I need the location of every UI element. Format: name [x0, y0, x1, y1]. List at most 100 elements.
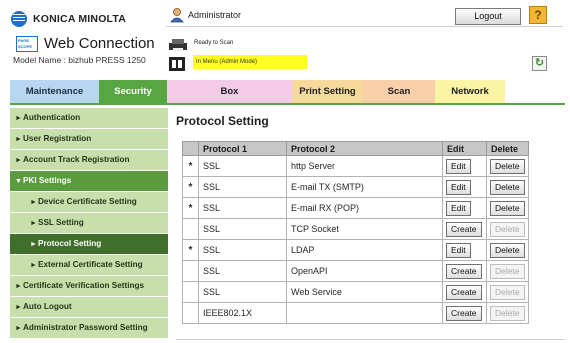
arrow-down-icon: ▼ [15, 178, 22, 185]
konica-minolta-logo: KONICA MINOLTA [11, 10, 126, 28]
sidebar-item-account-track-registration[interactable]: ►Account Track Registration [10, 150, 168, 170]
edit-button[interactable]: Edit [446, 242, 471, 258]
sidebar-item-pki-settings[interactable]: ▼PKI Settings [10, 171, 168, 191]
sidebar-item-ssl-setting[interactable]: ►SSL Setting [10, 213, 168, 233]
delete-cell: Delete [486, 260, 529, 282]
protocol2-cell: TCP Socket [286, 218, 443, 240]
protocol2-cell: Web Service [286, 281, 443, 303]
sidebar-item-protocol-setting[interactable]: ►Protocol Setting [10, 234, 168, 254]
model-name: Model Name : bizhub PRESS 1250 [13, 55, 146, 65]
help-button[interactable]: ? [529, 6, 547, 24]
sidebar-item-authentication[interactable]: ►Authentication [10, 108, 168, 128]
arrow-right-icon: ► [15, 325, 22, 332]
delete-button[interactable]: Delete [490, 200, 525, 216]
sidebar-item-label: SSL Setting [38, 218, 84, 227]
column-header-protocol2: Protocol 2 [286, 141, 443, 156]
company-name: KONICA MINOLTA [33, 13, 127, 25]
delete-cell: Delete [486, 155, 529, 177]
tab-box[interactable]: Box [167, 80, 292, 103]
delete-cell: Delete [486, 197, 529, 219]
arrow-right-icon: ► [15, 136, 22, 143]
delete-button[interactable]: Delete [490, 179, 525, 195]
logout-button[interactable]: Logout [455, 8, 521, 25]
edit-cell: Create [442, 281, 487, 303]
protocol1-cell: SSL [198, 197, 287, 219]
create-button[interactable]: Create [446, 221, 482, 237]
registered-mark: * [182, 197, 199, 219]
sidebar-item-auto-logout[interactable]: ►Auto Logout [10, 297, 168, 317]
tab-scan[interactable]: Scan [363, 80, 435, 103]
web-connection-title: PAGE SCOPE Web Connection [16, 35, 155, 52]
protocol1-cell: SSL [198, 218, 287, 240]
sidebar-item-user-registration[interactable]: ►User Registration [10, 129, 168, 149]
tab-maintenance[interactable]: Maintenance [10, 80, 99, 103]
edit-cell: Create [442, 302, 487, 324]
protocol2-cell [286, 302, 443, 324]
tab-network[interactable]: Network [435, 80, 505, 103]
protocol2-cell: LDAP [286, 239, 443, 261]
create-button[interactable]: Create [446, 284, 482, 300]
sidebar-item-label: Protocol Setting [38, 239, 102, 248]
protocol1-cell: SSL [198, 239, 287, 261]
tab-print-setting[interactable]: Print Setting [292, 80, 363, 103]
edit-button[interactable]: Edit [446, 179, 471, 195]
sidebar-item-label: PKI Settings [23, 176, 72, 185]
printer-status-icon [169, 39, 187, 51]
sidebar-item-label: Account Track Registration [23, 155, 130, 164]
table-row: SSL TCP Socket Create Delete [182, 218, 529, 240]
registered-mark: * [182, 239, 199, 261]
edit-button[interactable]: Edit [446, 200, 471, 216]
edit-cell: Edit [442, 155, 487, 177]
table-row: * SSL http Server Edit Delete [182, 155, 529, 177]
column-header-mark [182, 141, 199, 156]
delete-button-disabled: Delete [490, 284, 525, 300]
delete-cell: Delete [486, 218, 529, 240]
sidebar-item-label: Authentication [23, 113, 81, 122]
delete-button[interactable]: Delete [490, 242, 525, 258]
column-header-delete: Delete [486, 141, 529, 156]
protocol2-cell: http Server [286, 155, 443, 177]
sidebar-item-certificate-verification-settings[interactable]: ►Certificate Verification Settings [10, 276, 168, 296]
arrow-right-icon: ► [30, 199, 37, 206]
admin-mode-status: In Menu (Admin Mode) [193, 55, 307, 69]
edit-cell: Edit [442, 239, 487, 261]
bottom-divider [176, 339, 565, 340]
globe-logo-icon [11, 11, 27, 27]
table-row: SSL OpenAPI Create Delete [182, 260, 529, 282]
table-row: SSL Web Service Create Delete [182, 281, 529, 303]
sidebar-item-external-certificate-setting[interactable]: ►External Certificate Setting [10, 255, 168, 275]
protocol2-cell: E-mail TX (SMTP) [286, 176, 443, 198]
table-row: * SSL E-mail TX (SMTP) Edit Delete [182, 176, 529, 198]
delete-cell: Delete [486, 176, 529, 198]
tab-security[interactable]: Security [99, 80, 167, 103]
delete-cell: Delete [486, 302, 529, 324]
registered-mark [182, 302, 199, 324]
sidebar-item-administrator-password-setting[interactable]: ►Administrator Password Setting [10, 318, 168, 338]
main-tabs: Maintenance Security Box Print Setting S… [10, 80, 505, 103]
product-name: Web Connection [44, 35, 155, 52]
sidebar: ►Authentication ►User Registration ►Acco… [10, 108, 168, 339]
user-name: Administrator [188, 10, 242, 20]
sidebar-item-device-certificate-setting[interactable]: ►Device Certificate Setting [10, 192, 168, 212]
edit-cell: Create [442, 260, 487, 282]
registered-mark [182, 281, 199, 303]
refresh-button[interactable]: ↻ [532, 56, 547, 71]
table-header-row: Protocol 1 Protocol 2 Edit Delete [182, 141, 529, 156]
arrow-right-icon: ► [30, 262, 37, 269]
create-button[interactable]: Create [446, 263, 482, 279]
create-button[interactable]: Create [446, 305, 482, 321]
sidebar-item-label: User Registration [23, 134, 92, 143]
protocol1-cell: SSL [198, 260, 287, 282]
delete-button[interactable]: Delete [490, 158, 525, 174]
sidebar-item-label: Auto Logout [23, 302, 72, 311]
delete-button-disabled: Delete [490, 221, 525, 237]
edit-button[interactable]: Edit [446, 158, 471, 174]
arrow-right-icon: ► [30, 241, 37, 248]
sidebar-item-label: Certificate Verification Settings [23, 281, 145, 290]
table-row: * SSL E-mail RX (POP) Edit Delete [182, 197, 529, 219]
table-row: IEEE802.1X Create Delete [182, 302, 529, 324]
registered-mark: * [182, 155, 199, 177]
delete-cell: Delete [486, 281, 529, 303]
sidebar-item-label: External Certificate Setting [38, 260, 143, 269]
arrow-right-icon: ► [15, 157, 22, 164]
